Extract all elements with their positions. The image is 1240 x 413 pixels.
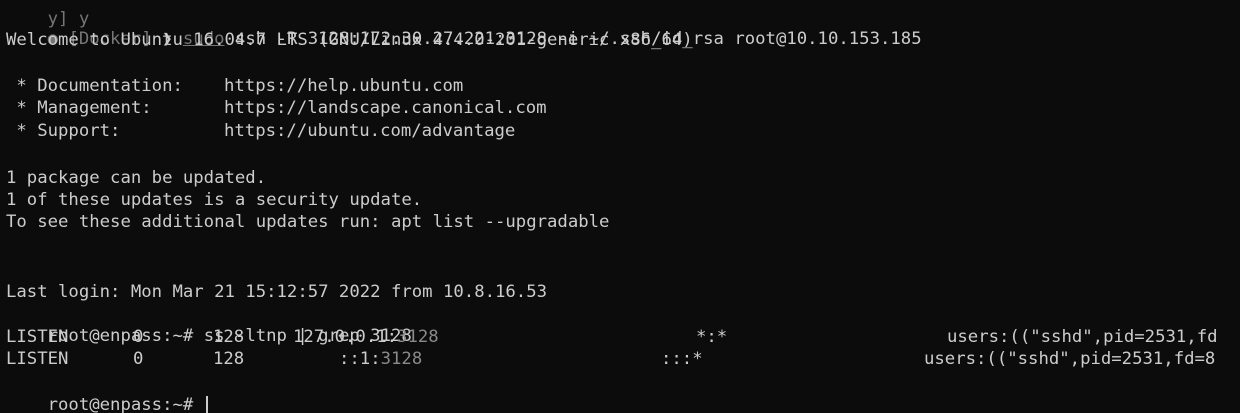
ss-recv-q: 0 [133,349,144,369]
ss-send-q: 128 [213,327,245,347]
welcome-line: Welcome to Ubuntu 16.04.7 LTS (GNU/Linux… [6,30,693,50]
ss-local-port: 3128 [397,327,439,347]
ss-local-port: 3128 [380,349,423,369]
ss-send-q: 128 [213,349,245,369]
remote-prompt-line: root@enpass:~# ss -ltnp | grep 3128 [6,303,412,346]
ss-local-ip: 127.0.0.1: [293,327,398,347]
ss-peer-address: *:* [696,327,728,347]
ss-output-row: LISTEN 0 128 ::1:3128 :::* users:(("sshd… [6,348,1240,370]
ss-local-ip: ::1: [339,349,381,369]
remote-prompt: root@enpass:~# [47,395,194,413]
motd-link-support: * Support: https://ubuntu.com/advantage [6,120,906,142]
motd-link-label: * Documentation: [6,76,183,96]
motd-link-label: * Support: [6,121,121,141]
terminal-window[interactable]: y] y ● [Docker] ❯ sudo ssh -R 3128:172.3… [0,0,1240,413]
ss-local-address: ::1:3128 [339,348,422,370]
motd-link-url[interactable]: https://help.ubuntu.com [224,75,463,97]
ss-state: LISTEN [6,349,69,369]
motd-link-documentation: * Documentation: https://help.ubuntu.com [6,75,906,97]
motd-link-management: * Management: https://landscape.canonica… [6,97,906,119]
ss-output-row: LISTEN 0 128 127.0.0.1:3128 *:* users:((… [6,326,1240,348]
ss-recv-q: 0 [133,327,144,347]
motd-link-url[interactable]: https://ubuntu.com/advantage [224,120,515,142]
remote-prompt-line: root@enpass:~# [6,372,208,413]
text-cursor[interactable] [205,396,208,413]
ss-peer-address: :::* [661,349,703,369]
ss-process: users:(("sshd",pid=2531,fd=8 [924,349,1216,369]
update-line: To see these additional updates run: apt… [6,212,610,232]
ss-process: users:(("sshd",pid=2531,fd [947,327,1218,347]
ss-local-address: 127.0.0.1:3128 [293,326,439,348]
motd-link-url[interactable]: https://landscape.canonical.com [224,97,547,119]
motd-link-label: * Management: [6,98,152,118]
update-line: 1 package can be updated. [6,168,267,188]
last-login-line: Last login: Mon Mar 21 15:12:57 2022 fro… [6,282,548,302]
update-line: 1 of these updates is a security update. [6,190,423,210]
ss-state: LISTEN [6,327,69,347]
local-prompt-line: ● [Docker] ❯ sudo ssh -R 3128:172.30.27.… [6,6,922,49]
